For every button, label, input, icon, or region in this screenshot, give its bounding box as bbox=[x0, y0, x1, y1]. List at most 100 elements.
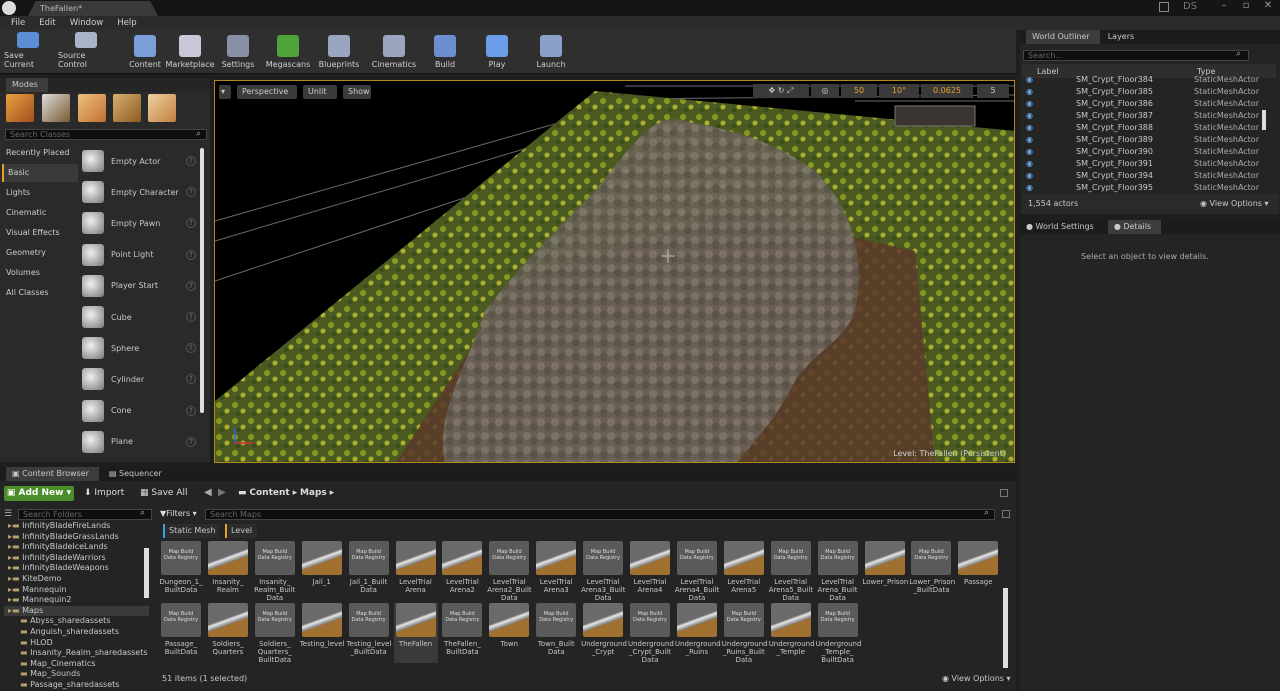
help-icon[interactable]: ? bbox=[186, 312, 196, 322]
help-icon[interactable]: ? bbox=[186, 436, 196, 447]
outliner-row[interactable]: ◉ SM_Crypt_Floor386 StaticMeshActor bbox=[1022, 98, 1276, 110]
help-icon[interactable]: ? bbox=[186, 156, 196, 166]
tab-details[interactable]: ● Details bbox=[1107, 220, 1162, 234]
visibility-eye-icon[interactable]: ◉ bbox=[1026, 134, 1033, 146]
world-local-icon[interactable]: ◎ bbox=[811, 84, 839, 98]
breadcrumb-maps[interactable]: Maps bbox=[300, 488, 327, 498]
help-icon[interactable]: ? bbox=[186, 405, 196, 416]
asset-tile[interactable]: Soldiers_ Quarters bbox=[206, 603, 250, 663]
save-all-button[interactable]: ▦ Save All bbox=[140, 488, 188, 498]
place-item-empty-pawn[interactable]: Empty Pawn? bbox=[82, 209, 202, 237]
visibility-eye-icon[interactable]: ◉ bbox=[1026, 86, 1033, 98]
folder-item[interactable]: ▸▬ Mannequin2 bbox=[4, 595, 149, 606]
geometry-mode-icon[interactable] bbox=[148, 94, 176, 122]
search-folders-input[interactable]: Search Folders bbox=[18, 509, 152, 520]
asset-tile[interactable]: LevelTrial Arena bbox=[394, 541, 438, 601]
visibility-eye-icon[interactable]: ◉ bbox=[1026, 110, 1033, 122]
place-item-cone[interactable]: Cone? bbox=[82, 397, 202, 425]
visibility-eye-icon[interactable]: ◉ bbox=[1026, 74, 1033, 86]
help-icon[interactable]: ? bbox=[186, 249, 196, 260]
folder-item[interactable]: ▬ Map_Cinematics bbox=[4, 659, 149, 670]
tab-content-browser[interactable]: ▣ Content Browser bbox=[6, 467, 99, 481]
scale-snap[interactable]: 0.0625 bbox=[921, 84, 973, 98]
help-icon[interactable]: ? bbox=[186, 280, 196, 291]
save-search-icon[interactable] bbox=[1002, 510, 1010, 518]
menu-window[interactable]: Window bbox=[63, 18, 111, 28]
viewport-menu-icon[interactable]: ▾ bbox=[219, 85, 231, 99]
visibility-eye-icon[interactable]: ◉ bbox=[1026, 146, 1033, 158]
outliner-row[interactable]: ◉ SM_Crypt_Floor384 StaticMeshActor bbox=[1022, 74, 1276, 86]
document-tab[interactable]: TheFallen* bbox=[28, 1, 158, 16]
category-lights[interactable]: Lights bbox=[2, 184, 78, 202]
outliner-scrollbar[interactable] bbox=[1262, 110, 1266, 130]
notification-icon[interactable] bbox=[1159, 2, 1169, 12]
menu-edit[interactable]: Edit bbox=[32, 18, 62, 28]
folder-item[interactable]: ▸▬ InfinityBladeWarriors bbox=[4, 553, 149, 564]
asset-tile[interactable]: LevelTrial Arena4 bbox=[628, 541, 672, 601]
visibility-eye-icon[interactable]: ◉ bbox=[1026, 170, 1033, 182]
foliage-mode-icon[interactable] bbox=[113, 94, 141, 122]
folders-scrollbar[interactable] bbox=[144, 548, 149, 598]
modes-tab[interactable]: Modes bbox=[12, 80, 38, 89]
place-mode-icon[interactable] bbox=[6, 94, 34, 122]
breadcrumb-content[interactable]: Content bbox=[249, 488, 289, 498]
landscape-mode-icon[interactable] bbox=[78, 94, 106, 122]
folder-toggle-icon[interactable]: ☰ bbox=[4, 509, 12, 519]
import-button[interactable]: ⬇ Import bbox=[84, 488, 124, 498]
category-cinematic[interactable]: Cinematic bbox=[2, 204, 78, 222]
forward-icon[interactable]: ▶ bbox=[218, 487, 226, 498]
place-item-cylinder[interactable]: Cylinder? bbox=[82, 365, 202, 393]
grid-snap[interactable]: 50 bbox=[841, 84, 877, 98]
tab-world-outliner[interactable]: World Outliner bbox=[1032, 32, 1090, 41]
asset-tile[interactable]: TheFallen bbox=[393, 603, 438, 663]
category-visual-effects[interactable]: Visual Effects bbox=[2, 224, 78, 242]
menu-file[interactable]: File bbox=[4, 18, 32, 28]
asset-tile[interactable]: Map Build Data Registry LevelTrial Arena5… bbox=[769, 541, 813, 602]
maximize-icon[interactable]: ▫ bbox=[1240, 0, 1252, 12]
asset-tile[interactable]: Map Build Data Registry LevelTrial Arena4… bbox=[675, 541, 719, 602]
asset-tile[interactable]: Underground _Ruins bbox=[675, 603, 721, 663]
category-all-classes[interactable]: All Classes bbox=[2, 284, 78, 302]
asset-tile[interactable]: Map Build Data Registry TheFallen_ BuiltD… bbox=[440, 603, 484, 663]
help-icon[interactable]: ? bbox=[186, 218, 196, 229]
blueprints-button[interactable]: Blueprints bbox=[318, 32, 360, 72]
asset-tile[interactable]: Map Build Data Registry Underground _Ruin… bbox=[722, 603, 768, 664]
launch-button[interactable]: Launch bbox=[532, 32, 570, 72]
place-item-point-light[interactable]: Point Light? bbox=[82, 241, 202, 269]
asset-tile[interactable]: Map Build Data Registry Insanity_ Realm_B… bbox=[253, 541, 297, 602]
folder-item[interactable]: ▬ HLOD bbox=[4, 638, 149, 649]
add-new-button[interactable]: ▣ Add New ▾ bbox=[4, 486, 74, 501]
tab-sequencer[interactable]: ▤ Sequencer bbox=[99, 469, 162, 478]
asset-tile[interactable]: Map Build Data Registry Dungeon_1_ BuiltD… bbox=[159, 541, 203, 601]
close-icon[interactable]: ✕ bbox=[1262, 0, 1274, 12]
marketplace-button[interactable]: Marketplace bbox=[165, 32, 215, 72]
folder-item[interactable]: ▸▬ InfinityBladeWeapons bbox=[4, 563, 149, 574]
asset-tile[interactable]: Passage bbox=[956, 541, 1000, 601]
build-button[interactable]: Build bbox=[430, 32, 460, 72]
folder-item[interactable]: ▸▬ InfinityBladeIceLands bbox=[4, 542, 149, 553]
asset-tile[interactable]: LevelTrial Arena2 bbox=[440, 541, 484, 601]
place-item-cube[interactable]: Cube? bbox=[82, 303, 202, 331]
asset-tile[interactable]: Map Build Data Registry Testing_level _Bu… bbox=[347, 603, 391, 663]
folder-item[interactable]: ▸▬ Mannequin bbox=[4, 585, 149, 596]
outliner-row[interactable]: ◉ SM_Crypt_Floor394 StaticMeshActor bbox=[1022, 170, 1276, 182]
asset-tile[interactable]: LevelTrial Arena5 bbox=[722, 541, 766, 601]
place-item-empty-actor[interactable]: Empty Actor? bbox=[82, 147, 202, 175]
asset-tile[interactable]: Lower_Prison bbox=[863, 541, 908, 601]
folder-item[interactable]: ▸▬ KiteDemo bbox=[4, 574, 149, 585]
outliner-row[interactable]: ◉ SM_Crypt_Floor395 StaticMeshActor bbox=[1022, 182, 1276, 194]
place-item-empty-character[interactable]: Empty Character? bbox=[82, 178, 202, 206]
show-button[interactable]: Show bbox=[343, 85, 371, 99]
asset-tile[interactable]: Map Build Data Registry LevelTrial Arena3… bbox=[581, 541, 625, 602]
save-current-button[interactable]: Save Current bbox=[4, 32, 52, 72]
tab-world-settings[interactable]: ● World Settings bbox=[1026, 222, 1108, 231]
settings-button[interactable]: Settings bbox=[220, 32, 256, 72]
source-control-button[interactable]: Source Control bbox=[58, 32, 114, 72]
outliner-row[interactable]: ◉ SM_Crypt_Floor391 StaticMeshActor bbox=[1022, 158, 1276, 170]
asset-tile[interactable]: Map Build Data Registry LevelTrial Arena2… bbox=[487, 541, 532, 602]
menu-help[interactable]: Help bbox=[110, 18, 143, 28]
visibility-eye-icon[interactable]: ◉ bbox=[1026, 98, 1033, 110]
paint-mode-icon[interactable] bbox=[42, 94, 70, 122]
outliner-view-options[interactable]: ◉ View Options ▾ bbox=[1200, 199, 1269, 208]
folder-item[interactable]: ▬ Map_Sounds bbox=[4, 669, 149, 680]
